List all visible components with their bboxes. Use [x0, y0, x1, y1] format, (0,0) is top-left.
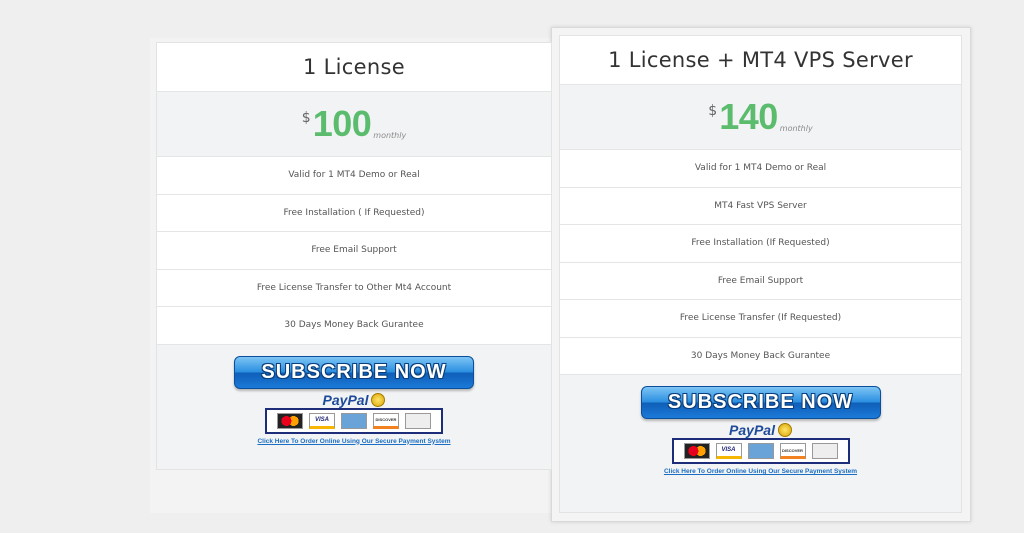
billing-period: monthly — [779, 124, 813, 133]
order-online-link[interactable]: Click Here To Order Online Using Our Sec… — [257, 438, 450, 445]
price-amount: 100 — [312, 103, 372, 144]
order-online-link[interactable]: Click Here To Order Online Using Our Sec… — [664, 468, 857, 475]
feature-item: Free Email Support — [157, 232, 551, 270]
paypal-logo: PayPal — [729, 422, 792, 438]
accepted-cards: VISA DISCOVER — [671, 438, 850, 464]
payment-area: SUBSCRIBE NOW PayPal VISA DISCOVER Click… — [157, 345, 551, 445]
feature-item: Valid for 1 MT4 Demo or Real — [560, 150, 961, 188]
plan-title: 1 License + MT4 VPS Server — [560, 36, 961, 85]
paypal-coin-icon — [371, 392, 386, 407]
payment-area: SUBSCRIBE NOW PayPal VISA DISCOVER Click… — [560, 375, 961, 475]
feature-item: Free Installation ( If Requested) — [157, 195, 551, 232]
price-row: $ 140 monthly — [560, 85, 961, 150]
feature-item: 30 Days Money Back Gurantee — [560, 338, 961, 375]
pricing-card-1-license: 1 License $ 100 monthly Valid for 1 MT4 … — [156, 42, 552, 470]
visa-icon: VISA — [309, 412, 335, 429]
feature-item: 30 Days Money Back Gurantee — [157, 307, 551, 345]
currency-symbol: $ — [301, 110, 311, 126]
echeck-icon — [811, 443, 838, 459]
price: $ 140 monthly — [708, 99, 812, 135]
paypal-logo: PayPal — [323, 392, 386, 408]
mastercard-icon — [683, 443, 710, 459]
paypal-coin-icon — [777, 423, 792, 437]
feature-item: Free License Transfer to Other Mt4 Accou… — [157, 270, 551, 307]
pricing-card-license-vps: 1 License + MT4 VPS Server $ 140 monthly… — [559, 35, 962, 513]
feature-item: Free Email Support — [560, 263, 961, 300]
mastercard-icon — [277, 412, 303, 429]
subscribe-now-button[interactable]: SUBSCRIBE NOW — [234, 355, 474, 389]
discover-icon: DISCOVER — [373, 412, 399, 429]
currency-symbol: $ — [708, 103, 718, 119]
paypal-badge[interactable]: PayPal VISA DISCOVER Click Here To Order… — [664, 422, 857, 475]
amex-icon — [341, 412, 367, 429]
plan-title: 1 License — [157, 43, 551, 92]
paypal-badge[interactable]: PayPal VISA DISCOVER Click Here To Order… — [257, 392, 450, 445]
paypal-label: PayPal — [729, 422, 775, 438]
accepted-cards: VISA DISCOVER — [265, 407, 443, 434]
feature-item: Free License Transfer (If Requested) — [560, 300, 961, 338]
feature-item: MT4 Fast VPS Server — [560, 188, 961, 225]
discover-icon: DISCOVER — [779, 443, 806, 459]
subscribe-now-button[interactable]: SUBSCRIBE NOW — [640, 386, 881, 419]
visa-icon: VISA — [715, 443, 742, 459]
echeck-icon — [405, 412, 431, 429]
price: $ 100 monthly — [302, 106, 406, 142]
price-amount: 140 — [719, 96, 778, 137]
price-row: $ 100 monthly — [157, 92, 551, 157]
feature-item: Free Installation (If Requested) — [560, 225, 961, 263]
feature-list: Valid for 1 MT4 Demo or Real MT4 Fast VP… — [560, 150, 961, 375]
feature-list: Valid for 1 MT4 Demo or Real Free Instal… — [157, 157, 551, 345]
feature-item: Valid for 1 MT4 Demo or Real — [157, 157, 551, 195]
billing-period: monthly — [373, 131, 407, 140]
amex-icon — [747, 443, 774, 459]
paypal-label: PayPal — [322, 391, 369, 408]
